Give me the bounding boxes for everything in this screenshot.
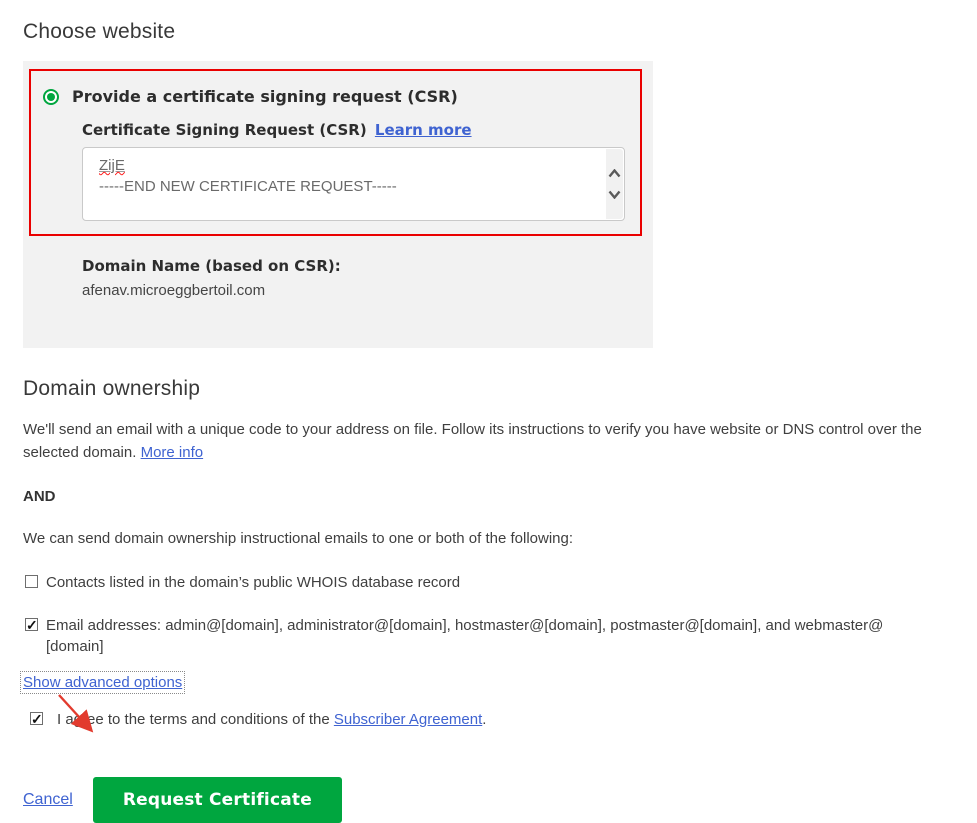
textarea-scrollbar[interactable]: [606, 149, 623, 219]
domain-ownership-heading: Domain ownership: [23, 377, 201, 400]
csr-radio-button[interactable]: [43, 88, 59, 105]
subscriber-agreement-link[interactable]: Subscriber Agreement: [334, 711, 482, 728]
domain-name-value: afenav.microeggbertoil.com: [82, 282, 266, 299]
scroll-down-icon[interactable]: [608, 190, 621, 199]
whois-checkbox[interactable]: [25, 575, 38, 588]
csr-textarea[interactable]: ZijE -----END NEW CERTIFICATE REQUEST---…: [82, 147, 625, 221]
and-label: AND: [23, 488, 56, 505]
agree-checkbox[interactable]: [30, 709, 43, 730]
email-checkbox[interactable]: [25, 615, 38, 636]
learn-more-link[interactable]: Learn more: [375, 121, 472, 139]
scroll-up-icon[interactable]: [608, 169, 621, 178]
csr-field-label-row: Certificate Signing Request (CSR) Learn …: [82, 121, 640, 139]
email-checkbox-row: Email addresses: admin@[domain], adminis…: [25, 615, 955, 657]
page: Choose website Provide a certificate sig…: [0, 0, 977, 823]
page-title: Choose website: [23, 20, 176, 43]
send-emails-text: We can send domain ownership instruction…: [23, 530, 574, 547]
csr-option-highlight-box: Provide a certificate signing request (C…: [29, 69, 642, 236]
email-checkbox-label: Email addresses: admin@[domain], adminis…: [46, 615, 883, 657]
agree-label-suffix: .: [482, 711, 487, 728]
choose-website-panel: Provide a certificate signing request (C…: [23, 61, 653, 348]
csr-radio-row[interactable]: Provide a certificate signing request (C…: [43, 87, 640, 106]
csr-field-label: Certificate Signing Request (CSR): [82, 121, 367, 139]
advanced-options-row: Show advanced options: [19, 671, 955, 694]
email-label-line1: Email addresses: admin@[domain], adminis…: [46, 617, 884, 634]
request-certificate-button[interactable]: Request Certificate: [92, 777, 342, 823]
whois-checkbox-row: Contacts listed in the domain’s public W…: [25, 572, 955, 593]
csr-text-line1: ZijE: [99, 157, 125, 174]
domain-name-label: Domain Name (based on CSR):: [82, 257, 341, 275]
domain-ownership-intro: We'll send an email with a unique code t…: [23, 418, 955, 464]
show-advanced-options-link[interactable]: Show advanced options: [19, 671, 186, 694]
cancel-link[interactable]: Cancel: [23, 791, 73, 809]
whois-checkbox-label: Contacts listed in the domain’s public W…: [46, 574, 461, 591]
agree-label-text: I agree to the terms and conditions of t…: [57, 711, 330, 728]
csr-radio-label: Provide a certificate signing request (C…: [72, 87, 458, 106]
agree-checkbox-label: I agree to the terms and conditions of t…: [57, 709, 486, 730]
email-label-line2: [domain]: [46, 638, 104, 655]
csr-text-line2: -----END NEW CERTIFICATE REQUEST-----: [99, 178, 397, 195]
more-info-link[interactable]: More info: [141, 444, 204, 461]
footer-actions: Cancel Request Certificate: [23, 777, 955, 823]
agree-checkbox-row: I agree to the terms and conditions of t…: [30, 709, 955, 730]
